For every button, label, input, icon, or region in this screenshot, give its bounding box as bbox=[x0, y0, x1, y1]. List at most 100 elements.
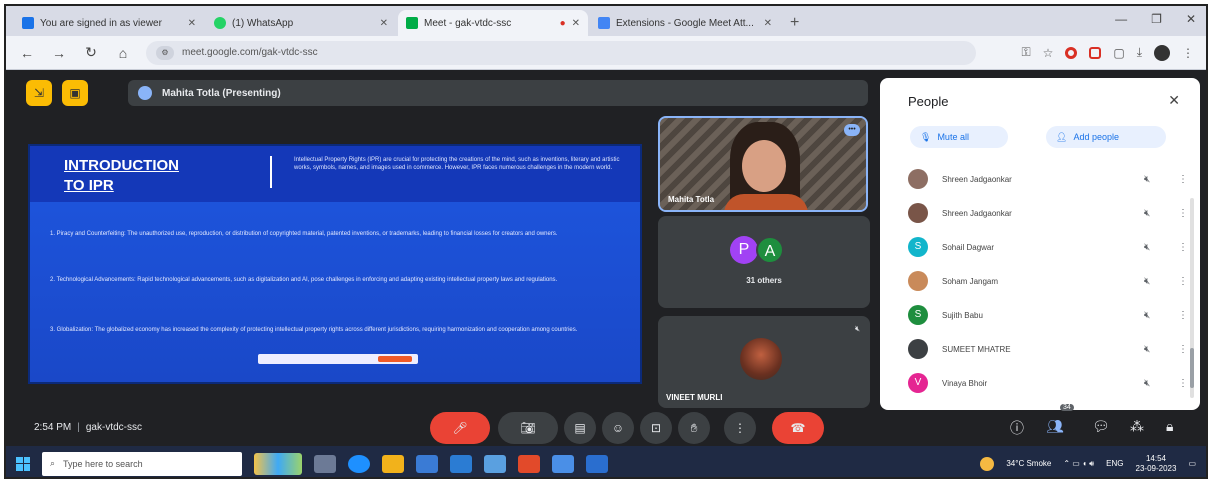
slide-point: 3. Globalization: The globalized economy… bbox=[50, 327, 578, 333]
file-explorer-icon[interactable] bbox=[382, 454, 404, 473]
close-window-icon[interactable]: ✕ bbox=[1186, 12, 1196, 26]
more-icon[interactable]: ⋮ bbox=[1178, 208, 1188, 219]
mute-all-button[interactable]: 🎙︎ Mute all bbox=[910, 126, 1008, 148]
presenter-avatar bbox=[138, 86, 152, 100]
host-controls-icon[interactable]: 🔒︎ bbox=[1166, 418, 1173, 435]
app-icon[interactable] bbox=[484, 454, 506, 473]
new-tab-button[interactable]: + bbox=[782, 14, 807, 36]
opera-extension-icon[interactable] bbox=[1065, 46, 1078, 59]
puzzle-icon[interactable]: ▢ bbox=[1113, 46, 1124, 60]
participant-name: Shreen Jadgaonkar bbox=[942, 208, 1012, 218]
profile-avatar[interactable] bbox=[1154, 44, 1170, 61]
photos-icon[interactable] bbox=[552, 454, 574, 473]
participant-tile[interactable]: 🔇︎ VINEET MURLI bbox=[658, 316, 870, 408]
task-view-icon[interactable] bbox=[314, 454, 336, 473]
participant-photo bbox=[740, 338, 782, 380]
separator: | bbox=[77, 422, 80, 433]
taskbar-search[interactable]: ⌕ Type here to search bbox=[42, 451, 242, 476]
present-button[interactable]: ⊡ bbox=[640, 412, 672, 444]
scrollbar[interactable] bbox=[1190, 198, 1194, 398]
windows-start-icon[interactable] bbox=[16, 456, 30, 471]
browser-tab[interactable]: You are signed in as viewer ✕ bbox=[14, 10, 204, 36]
add-people-button[interactable]: 👤︎ Add people bbox=[1046, 126, 1166, 148]
store-icon[interactable] bbox=[416, 454, 438, 473]
menu-icon[interactable]: ⋮ bbox=[1182, 46, 1194, 60]
mic-off-icon: 🔇︎ bbox=[1144, 241, 1151, 253]
edge-icon[interactable] bbox=[348, 454, 370, 473]
language[interactable]: ENG bbox=[1106, 459, 1123, 468]
browser-tab[interactable]: (1) WhatsApp ✕ bbox=[206, 10, 396, 36]
mic-toggle-button[interactable]: 🎤︎ bbox=[430, 412, 490, 444]
participant-row[interactable]: S Sujith Babu 🔇︎ ⋮ bbox=[908, 298, 1188, 332]
home-icon[interactable]: ⌂ bbox=[114, 45, 132, 61]
tray-icons[interactable]: ⌃ ▭ ◖ 🔊︎ bbox=[1063, 459, 1094, 469]
leave-call-button[interactable]: ☎ bbox=[772, 412, 824, 444]
participant-row[interactable]: Shreen Jadgaonkar 🔇︎ ⋮ bbox=[908, 162, 1188, 196]
reactions-button[interactable]: ☺ bbox=[602, 412, 634, 444]
more-options-button[interactable]: ⋮ bbox=[724, 412, 756, 444]
browser-tab[interactable]: Extensions - Google Meet Att... ✕ bbox=[590, 10, 780, 36]
participant-row[interactable]: S Sohail Dagwar 🔇︎ ⋮ bbox=[908, 230, 1188, 264]
pin-icon[interactable]: ⇲ bbox=[26, 80, 52, 106]
search-highlight-image[interactable] bbox=[254, 452, 302, 475]
close-icon[interactable]: ✕ bbox=[764, 18, 772, 29]
key-icon[interactable]: ⚿ bbox=[1021, 45, 1030, 60]
participant-count-badge: 34 bbox=[1060, 404, 1074, 411]
mail-icon[interactable] bbox=[450, 454, 472, 473]
camera-toggle-button[interactable]: 📷︎ bbox=[498, 412, 558, 444]
participant-row[interactable]: V Vinaya Bhoir 🔇︎ ⋮ bbox=[908, 366, 1188, 400]
close-icon[interactable]: ✕ bbox=[1168, 92, 1180, 109]
clock[interactable]: 14:54 23-09-2023 bbox=[1136, 454, 1177, 474]
more-icon[interactable]: ⋮ bbox=[1178, 174, 1188, 185]
captions-button[interactable]: ▤ bbox=[564, 412, 596, 444]
browser-tab-active[interactable]: Meet - gak-vtdc-ssc ● ✕ bbox=[398, 10, 588, 36]
participant-shirt bbox=[724, 194, 808, 210]
word-icon[interactable] bbox=[586, 454, 608, 473]
notification-icon[interactable]: ▭ bbox=[1188, 459, 1196, 468]
more-icon[interactable]: ⋮ bbox=[1178, 242, 1188, 253]
shared-slide: INTRODUCTION TO IPR Intellectual Propert… bbox=[28, 144, 642, 384]
chat-icon[interactable]: 💬︎ bbox=[1092, 418, 1110, 435]
more-icon[interactable]: ⋮ bbox=[1178, 310, 1188, 321]
participant-name: Mahita Totla bbox=[668, 195, 715, 204]
close-icon[interactable]: ✕ bbox=[188, 18, 196, 29]
slide-intro: Intellectual Property Rights (IPR) are c… bbox=[294, 157, 620, 171]
hand-icon: ✋︎ bbox=[690, 420, 698, 435]
reload-icon[interactable]: ↻ bbox=[82, 44, 100, 61]
participant-row[interactable]: Shreen Jadgaonkar 🔇︎ ⋮ bbox=[908, 196, 1188, 230]
maximize-icon[interactable]: ❐ bbox=[1151, 12, 1162, 26]
layout-icon[interactable]: ▣ bbox=[62, 80, 88, 106]
more-icon[interactable]: ⋮ bbox=[1178, 344, 1188, 355]
extension-icon[interactable] bbox=[1089, 46, 1102, 59]
star-icon[interactable]: ☆ bbox=[1043, 46, 1054, 60]
close-icon[interactable]: ✕ bbox=[572, 18, 580, 29]
more-icon[interactable]: ⋮ bbox=[1178, 378, 1188, 389]
participant-row[interactable]: SUMEET MHATRE 🔇︎ ⋮ bbox=[908, 332, 1188, 366]
browser-tabbar: You are signed in as viewer ✕ (1) WhatsA… bbox=[6, 6, 1206, 36]
forward-icon[interactable]: → bbox=[50, 45, 68, 61]
slide-banner-button bbox=[378, 356, 412, 362]
activities-icon[interactable]: ⁂ bbox=[1130, 418, 1144, 435]
participant-name: Soham Jangam bbox=[942, 276, 999, 286]
address-bar[interactable]: ⚙ meet.google.com/gak-vtdc-ssc bbox=[146, 40, 976, 65]
weather-icon bbox=[980, 456, 995, 471]
system-tray: 34°C Smoke ⌃ ▭ ◖ 🔊︎ ENG 14:54 23-09-2023… bbox=[980, 454, 1206, 474]
participant-row[interactable]: Soham Jangam 🔇︎ ⋮ bbox=[908, 264, 1188, 298]
site-info-icon[interactable]: ⚙ bbox=[156, 45, 174, 60]
more-icon[interactable]: ⋮ bbox=[1178, 276, 1188, 287]
close-icon[interactable]: ✕ bbox=[380, 18, 388, 29]
avatar: P bbox=[730, 236, 758, 264]
speaking-indicator-icon: ••• bbox=[844, 124, 860, 136]
slide-point: 2. Technological Advancements: Rapid tec… bbox=[50, 277, 558, 283]
info-icon[interactable]: ⓘ bbox=[1010, 418, 1024, 438]
weather-text[interactable]: 34°C Smoke bbox=[1006, 459, 1051, 468]
minimize-icon[interactable]: — bbox=[1115, 12, 1127, 26]
participant-tile-others[interactable]: P A 31 others bbox=[658, 216, 870, 308]
back-icon[interactable]: ← bbox=[18, 45, 36, 61]
participant-tile-presenter[interactable]: ••• Mahita Totla bbox=[658, 116, 868, 212]
office-icon[interactable] bbox=[518, 454, 540, 473]
download-icon[interactable]: ⤓ bbox=[1137, 45, 1142, 60]
scrollbar-thumb[interactable] bbox=[1190, 348, 1194, 388]
raise-hand-button[interactable]: ✋︎ bbox=[678, 412, 710, 444]
people-icon[interactable]: 👥︎ bbox=[1046, 418, 1064, 435]
